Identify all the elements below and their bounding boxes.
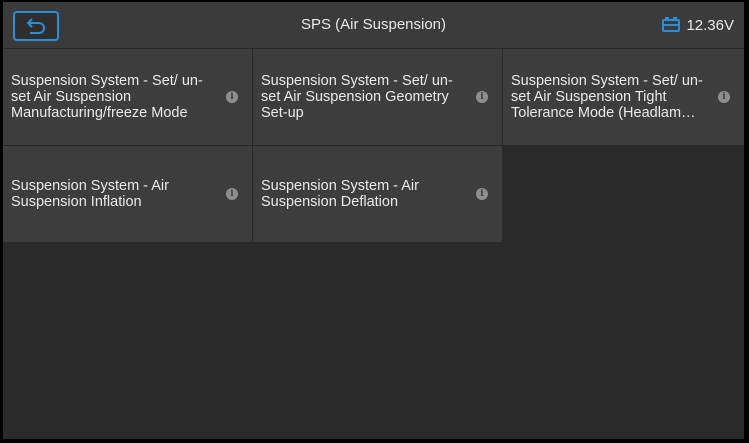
function-tile[interactable]: Suspension System - Set/ un-set Air Susp…	[253, 49, 502, 145]
page-title: SPS (Air Suspension)	[300, 16, 447, 33]
function-label: Suspension System - Set/ un-set Air Susp…	[261, 73, 453, 121]
function-tile[interactable]: Suspension System - Set/ un-set Air Susp…	[3, 49, 252, 145]
battery-status: 12.36V	[661, 2, 734, 48]
function-label: Suspension System - Set/ un-set Air Susp…	[511, 73, 703, 121]
function-tile[interactable]: Suspension System - Air Suspension Infla…	[3, 146, 252, 242]
info-icon[interactable]: i	[226, 188, 238, 200]
function-label-wrap: Suspension System - Air Suspension Infla…	[11, 146, 221, 242]
function-label: Suspension System - Set/ un-set Air Susp…	[11, 73, 203, 121]
function-label-wrap: Suspension System - Set/ un-set Air Susp…	[261, 49, 471, 145]
car-battery-icon	[662, 17, 681, 32]
function-label-wrap: Suspension System - Set/ un-set Air Susp…	[11, 49, 221, 145]
function-tile[interactable]: Suspension System - Air Suspension Defla…	[253, 146, 502, 242]
info-icon[interactable]: i	[226, 91, 238, 103]
function-label: Suspension System - Air Suspension Infla…	[11, 178, 169, 210]
header-bar: SPS (Air Suspension) 12.36V	[3, 2, 744, 48]
function-tile[interactable]: Suspension System - Set/ un-set Air Susp…	[503, 49, 744, 145]
app-window: SPS (Air Suspension) 12.36V Suspension S…	[3, 2, 744, 439]
function-label-wrap: Suspension System - Air Suspension Defla…	[261, 146, 471, 242]
info-icon[interactable]: i	[476, 91, 488, 103]
info-icon[interactable]: i	[476, 188, 488, 200]
info-icon[interactable]: i	[718, 91, 730, 103]
battery-voltage: 12.36V	[686, 16, 734, 34]
function-label-wrap: Suspension System - Set/ un-set Air Susp…	[511, 49, 721, 145]
function-label: Suspension System - Air Suspension Defla…	[261, 178, 419, 210]
